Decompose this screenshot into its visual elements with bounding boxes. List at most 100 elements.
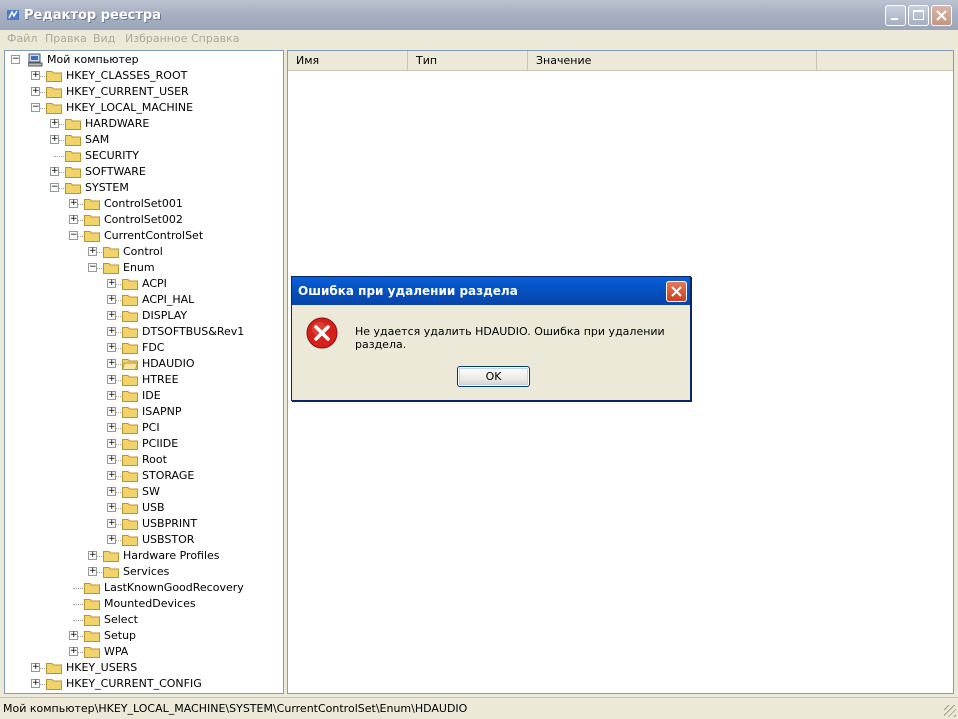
window-title: Редактор реестра bbox=[24, 8, 161, 23]
expand-icon[interactable]: + bbox=[107, 487, 116, 496]
tree-node[interactable]: + IDE bbox=[5, 388, 283, 404]
expand-icon[interactable]: + bbox=[107, 455, 116, 464]
column-value[interactable]: Значение bbox=[528, 51, 817, 71]
expand-icon[interactable]: + bbox=[107, 439, 116, 448]
collapse-icon[interactable]: − bbox=[11, 55, 20, 64]
title-bar[interactable]: Редактор реестра bbox=[0, 0, 958, 30]
expand-icon[interactable]: + bbox=[69, 215, 78, 224]
expand-icon[interactable]: + bbox=[69, 647, 78, 656]
expand-icon[interactable]: + bbox=[107, 279, 116, 288]
tree-node[interactable]: + ControlSet001 bbox=[5, 196, 283, 212]
tree-node[interactable]: + HTREE bbox=[5, 372, 283, 388]
tree-node[interactable]: + Setup bbox=[5, 628, 283, 644]
expand-icon[interactable]: + bbox=[88, 567, 97, 576]
dialog-close-button[interactable] bbox=[666, 281, 687, 302]
expand-icon[interactable]: + bbox=[107, 375, 116, 384]
tree-node[interactable]: + HKEY_CURRENT_CONFIG bbox=[5, 676, 283, 692]
collapse-icon[interactable]: − bbox=[31, 103, 40, 112]
minimize-button[interactable] bbox=[885, 5, 906, 26]
expand-icon[interactable]: + bbox=[31, 679, 40, 688]
expand-icon[interactable]: + bbox=[107, 327, 116, 336]
tree-node[interactable]: + USBPRINT bbox=[5, 516, 283, 532]
tree-node[interactable]: − SYSTEM bbox=[5, 180, 283, 196]
tree-node[interactable]: + SOFTWARE bbox=[5, 164, 283, 180]
folder-icon bbox=[84, 231, 100, 242]
tree-node[interactable]: + HKEY_CURRENT_USER bbox=[5, 84, 283, 100]
column-name[interactable]: Имя bbox=[288, 51, 408, 71]
tree-node[interactable]: − CurrentControlSet bbox=[5, 228, 283, 244]
expand-icon[interactable]: + bbox=[31, 87, 40, 96]
tree-node[interactable]: + FDC bbox=[5, 340, 283, 356]
close-button[interactable] bbox=[931, 5, 952, 26]
folder-icon bbox=[65, 167, 81, 178]
tree-node[interactable]: + HKEY_USERS bbox=[5, 660, 283, 676]
expand-icon[interactable]: + bbox=[31, 663, 40, 672]
expand-icon[interactable]: + bbox=[107, 311, 116, 320]
menu-help[interactable]: Справка bbox=[191, 32, 239, 45]
menu-file[interactable]: Файл bbox=[7, 32, 37, 45]
expand-icon[interactable]: + bbox=[107, 343, 116, 352]
expand-icon[interactable]: + bbox=[107, 391, 116, 400]
tree-node[interactable]: + Services bbox=[5, 564, 283, 580]
expand-icon[interactable]: + bbox=[107, 503, 116, 512]
resize-grip-icon[interactable] bbox=[944, 705, 956, 717]
maximize-button[interactable] bbox=[908, 5, 929, 26]
tree-node[interactable]: Select bbox=[5, 612, 283, 628]
tree-node[interactable]: + SAM bbox=[5, 132, 283, 148]
tree-node[interactable]: + DISPLAY bbox=[5, 308, 283, 324]
menu-edit[interactable]: Правка bbox=[45, 32, 87, 45]
tree-node[interactable]: + SW bbox=[5, 484, 283, 500]
menu-view[interactable]: Вид bbox=[93, 32, 115, 45]
tree-node-label: USBSTOR bbox=[142, 533, 195, 546]
tree-node[interactable]: − Enum bbox=[5, 260, 283, 276]
tree-node[interactable]: + ACPI bbox=[5, 276, 283, 292]
expand-icon[interactable]: + bbox=[107, 471, 116, 480]
tree-node[interactable]: + USB bbox=[5, 500, 283, 516]
expand-icon[interactable]: + bbox=[31, 71, 40, 80]
expand-icon[interactable]: + bbox=[107, 359, 116, 368]
expand-icon[interactable]: + bbox=[69, 199, 78, 208]
tree-node[interactable]: MountedDevices bbox=[5, 596, 283, 612]
ok-button[interactable]: OK bbox=[457, 366, 530, 387]
tree-node[interactable]: + Hardware Profiles bbox=[5, 548, 283, 564]
expand-icon[interactable]: + bbox=[107, 535, 116, 544]
tree-node[interactable]: + USBSTOR bbox=[5, 532, 283, 548]
tree-node[interactable]: + WPA bbox=[5, 644, 283, 660]
expand-icon[interactable]: + bbox=[107, 423, 116, 432]
tree-node[interactable]: SECURITY bbox=[5, 148, 283, 164]
tree-node[interactable]: + DTSOFTBUS&Rev1 bbox=[5, 324, 283, 340]
expand-icon[interactable]: + bbox=[88, 247, 97, 256]
tree-node[interactable]: + PCI bbox=[5, 420, 283, 436]
tree-node[interactable]: + ISAPNP bbox=[5, 404, 283, 420]
tree-node[interactable]: + ACPI_HAL bbox=[5, 292, 283, 308]
tree-node[interactable]: + HARDWARE bbox=[5, 116, 283, 132]
menu-favorites[interactable]: Избранное bbox=[125, 32, 187, 45]
tree-node[interactable]: + HDAUDIO bbox=[5, 356, 283, 372]
collapse-icon[interactable]: − bbox=[50, 183, 59, 192]
tree-node[interactable]: LastKnownGoodRecovery bbox=[5, 580, 283, 596]
tree-node[interactable]: + STORAGE bbox=[5, 468, 283, 484]
tree-node[interactable]: + Root bbox=[5, 452, 283, 468]
expand-icon[interactable]: + bbox=[107, 295, 116, 304]
expand-icon[interactable]: + bbox=[69, 631, 78, 640]
tree-node[interactable]: + HKEY_CLASSES_ROOT bbox=[5, 68, 283, 84]
tree-node[interactable]: + PCIIDE bbox=[5, 436, 283, 452]
dialog-title-bar[interactable]: Ошибка при удалении раздела bbox=[292, 277, 690, 305]
expand-icon[interactable]: + bbox=[107, 407, 116, 416]
collapse-icon[interactable]: − bbox=[88, 263, 97, 272]
close-icon bbox=[936, 10, 947, 21]
column-type[interactable]: Тип bbox=[408, 51, 528, 71]
expand-icon[interactable]: + bbox=[50, 119, 59, 128]
tree-node[interactable]: + ControlSet002 bbox=[5, 212, 283, 228]
tree-node[interactable]: + Control bbox=[5, 244, 283, 260]
tree-node[interactable]: − HKEY_LOCAL_MACHINE bbox=[5, 100, 283, 116]
expand-icon[interactable]: + bbox=[107, 519, 116, 528]
tree-node-label: DTSOFTBUS&Rev1 bbox=[142, 325, 245, 338]
expand-icon[interactable]: + bbox=[88, 551, 97, 560]
collapse-icon[interactable]: − bbox=[69, 231, 78, 240]
folder-icon bbox=[122, 279, 138, 290]
expand-icon[interactable]: + bbox=[50, 167, 59, 176]
expand-icon[interactable]: + bbox=[50, 135, 59, 144]
folder-icon bbox=[46, 103, 62, 114]
registry-tree[interactable]: − Мой компьютер + HKEY_CLASSES_ROOT + HKEY_… bbox=[4, 50, 284, 694]
